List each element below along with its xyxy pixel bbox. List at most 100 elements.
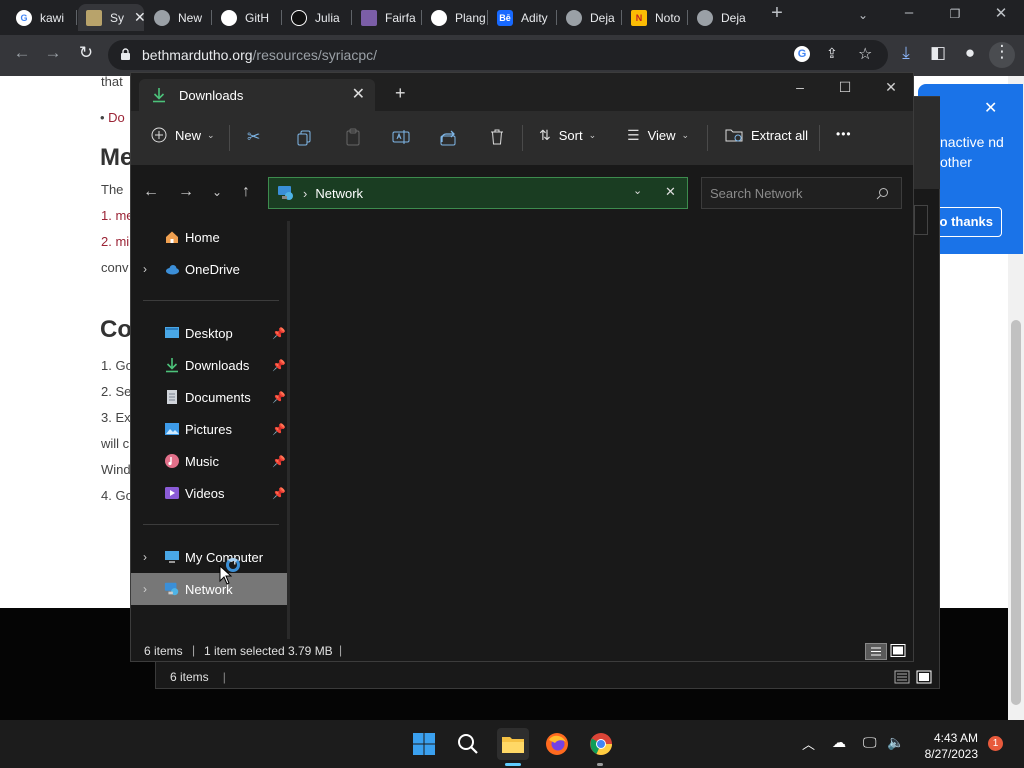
- breadcrumb-chevron-icon: ›: [303, 185, 308, 201]
- browser-tab[interactable]: Fairfa: [353, 4, 419, 31]
- scrollbar-thumb[interactable]: [1011, 320, 1021, 705]
- bookmark-star-icon[interactable]: ☆: [858, 44, 872, 64]
- new-tab-button[interactable]: +: [762, 2, 792, 25]
- expand-chevron-icon[interactable]: ›: [143, 262, 147, 276]
- browser-tab-label: Sy: [110, 10, 125, 25]
- search-button[interactable]: [452, 728, 484, 760]
- page-link[interactable]: 1. me: [101, 208, 134, 223]
- expand-chevron-icon[interactable]: ›: [143, 550, 147, 564]
- explorer-address-bar[interactable]: › Network ⌄ ✕: [268, 177, 688, 209]
- address-dropdown-icon[interactable]: ⌄: [633, 184, 642, 197]
- firefox-taskbar-button[interactable]: [541, 728, 573, 760]
- chrome-taskbar-button[interactable]: [585, 728, 617, 760]
- copy-icon[interactable]: [295, 127, 315, 147]
- browser-tab[interactable]: Deja: [689, 4, 751, 31]
- close-tab-icon[interactable]: ✕: [352, 84, 365, 104]
- share-icon[interactable]: [439, 127, 459, 147]
- network-icon: [278, 186, 293, 200]
- navigation-pane-scrollbar[interactable]: [287, 221, 290, 639]
- sidebar-item-desktop[interactable]: Desktop 📌: [131, 317, 287, 349]
- search-input[interactable]: Search Network: [701, 177, 902, 209]
- rename-icon[interactable]: [391, 127, 411, 147]
- browser-tab-active[interactable]: Sy ✕: [78, 4, 144, 31]
- close-window-icon[interactable]: ✕: [876, 79, 906, 96]
- recent-locations-icon[interactable]: ⌄: [206, 185, 228, 199]
- downloads-icon[interactable]: ⤓: [893, 43, 919, 63]
- paste-icon[interactable]: [343, 127, 363, 147]
- page-list-item: • Do: [100, 110, 125, 125]
- navigation-pane: Home › OneDrive Desktop 📌 Downloads 📌 Do…: [131, 221, 289, 631]
- profile-icon[interactable]: ●: [957, 43, 983, 63]
- reload-icon[interactable]: ↻: [73, 43, 99, 63]
- cut-icon[interactable]: ✂: [247, 127, 267, 147]
- separator: [143, 300, 279, 301]
- browser-tab[interactable]: New: [146, 4, 208, 31]
- breadcrumb-network[interactable]: Network: [315, 186, 363, 201]
- sidebar-item-music[interactable]: Music 📌: [131, 445, 287, 477]
- details-view-icon[interactable]: [894, 670, 932, 684]
- browser-tab[interactable]: N Noto: [623, 4, 685, 31]
- pin-icon[interactable]: 📌: [272, 487, 286, 500]
- volume-icon[interactable]: 🔈: [887, 734, 904, 751]
- new-button[interactable]: New ⌄: [151, 127, 215, 143]
- sidebar-item-my-computer[interactable]: › My Computer: [131, 541, 287, 573]
- tab-search-icon[interactable]: ⌄: [848, 8, 878, 22]
- file-explorer-taskbar-button[interactable]: [497, 728, 529, 760]
- sidebar-item-downloads[interactable]: Downloads 📌: [131, 349, 287, 381]
- side-panel-icon[interactable]: ◧: [925, 43, 951, 63]
- browser-tab[interactable]: G kawi: [8, 4, 74, 31]
- restore-icon[interactable]: ❐: [940, 7, 970, 21]
- more-options-button[interactable]: •••: [836, 127, 852, 141]
- sidebar-item-documents[interactable]: Documents 📌: [131, 381, 287, 413]
- extract-all-button[interactable]: Extract all: [725, 127, 808, 143]
- browser-tab[interactable]: Plang: [423, 4, 485, 31]
- forward-arrow-icon[interactable]: →: [40, 43, 66, 63]
- close-icon[interactable]: ✕: [984, 98, 997, 118]
- pin-icon[interactable]: 📌: [272, 455, 286, 468]
- taskbar-clock[interactable]: 4:43 AM 8/27/2023: [916, 730, 978, 762]
- view-toggle[interactable]: [865, 643, 909, 660]
- expand-chevron-icon[interactable]: ›: [143, 582, 147, 596]
- pin-icon[interactable]: 📌: [272, 327, 286, 340]
- sort-button[interactable]: ⇅ Sort ⌄: [539, 127, 596, 144]
- minimize-icon[interactable]: –: [785, 79, 815, 95]
- pin-icon[interactable]: 📌: [272, 391, 286, 404]
- pin-icon[interactable]: 📌: [272, 423, 286, 436]
- browser-tab[interactable]: Julia: [283, 4, 349, 31]
- sidebar-item-network[interactable]: › Network: [131, 573, 287, 605]
- show-hidden-icons-chevron-icon[interactable]: ︿: [802, 734, 815, 753]
- browser-tab[interactable]: Bē Adity: [489, 4, 555, 31]
- delete-icon[interactable]: [487, 127, 507, 147]
- tab-separator: [281, 10, 282, 25]
- start-button[interactable]: [408, 728, 440, 760]
- minimize-icon[interactable]: –: [894, 4, 924, 21]
- network-status-icon[interactable]: 🖵: [863, 734, 877, 751]
- explorer-tab[interactable]: Downloads ✕: [139, 79, 375, 111]
- maximize-icon[interactable]: ☐: [830, 79, 860, 96]
- clear-address-icon[interactable]: ✕: [665, 184, 676, 200]
- up-arrow-icon[interactable]: ↑: [235, 183, 257, 201]
- notification-badge[interactable]: 1: [988, 736, 1003, 751]
- back-arrow-icon[interactable]: ←: [140, 183, 162, 201]
- page-link[interactable]: 2. mi: [101, 234, 129, 249]
- page-text: that: [101, 76, 123, 89]
- forward-arrow-icon[interactable]: →: [175, 183, 197, 201]
- sidebar-item-onedrive[interactable]: › OneDrive: [131, 253, 287, 285]
- close-window-icon[interactable]: ✕: [986, 4, 1016, 22]
- back-arrow-icon[interactable]: ←: [9, 43, 35, 63]
- onedrive-offline-icon[interactable]: ☁: [832, 734, 846, 751]
- google-lens-icon[interactable]: G: [794, 46, 810, 62]
- browser-toolbar: ← → ↻ bethmardutho.org/resources/syriacp…: [0, 35, 1024, 76]
- chrome-menu-icon[interactable]: ⋮: [989, 42, 1015, 68]
- sidebar-item-home[interactable]: Home: [131, 221, 287, 253]
- close-tab-icon[interactable]: ✕: [134, 9, 144, 26]
- browser-tab[interactable]: Deja: [558, 4, 620, 31]
- sidebar-item-pictures[interactable]: Pictures 📌: [131, 413, 287, 445]
- pin-icon[interactable]: 📌: [272, 359, 286, 372]
- new-tab-icon[interactable]: +: [395, 83, 406, 104]
- browser-tab[interactable]: GitH: [213, 4, 279, 31]
- sidebar-item-videos[interactable]: Videos 📌: [131, 477, 287, 509]
- share-icon[interactable]: ⇪: [826, 45, 838, 62]
- view-button[interactable]: ☰ View ⌄: [627, 127, 689, 144]
- address-bar[interactable]: bethmardutho.org/resources/syriacpc/ G ⇪…: [108, 40, 888, 70]
